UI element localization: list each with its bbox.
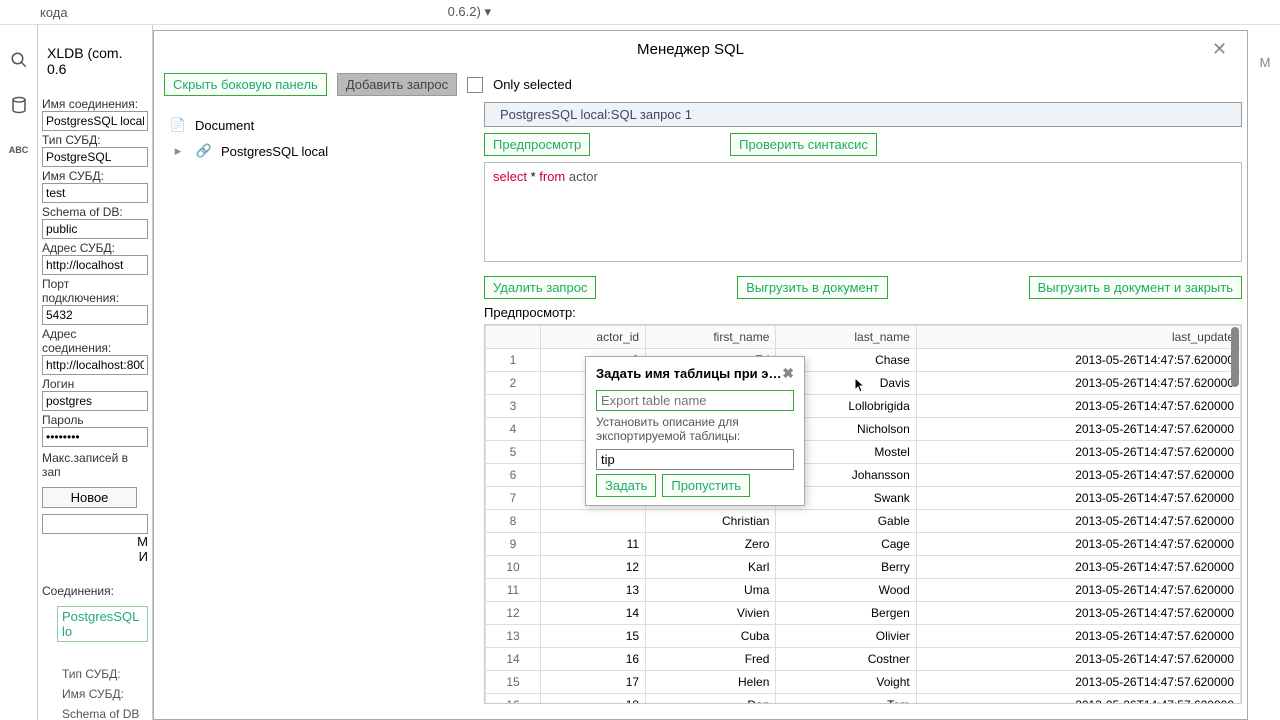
- only-selected-label: Only selected: [493, 77, 572, 92]
- table-row[interactable]: 1315CubaOlivier2013-05-26T14:47:57.62000…: [486, 625, 1241, 648]
- info-row: Имя СУБД:: [62, 687, 148, 701]
- export-close-button[interactable]: Выгрузить в документ и закрыть: [1029, 276, 1242, 299]
- db-addr-label: Адрес СУБД:: [42, 241, 148, 255]
- m-label: М: [42, 534, 148, 549]
- blank-input-1[interactable]: [42, 514, 148, 534]
- table-row[interactable]: 1416FredCostner2013-05-26T14:47:57.62000…: [486, 648, 1241, 671]
- connection-item[interactable]: PostgresSQL lo: [57, 606, 148, 642]
- popup-close-icon[interactable]: ✖: [782, 365, 794, 382]
- preview-label: Предпросмотр:: [484, 305, 1242, 320]
- left-icon-rail: ABC: [0, 25, 38, 720]
- rownum-header: [486, 326, 541, 349]
- export-name-popup: Задать имя таблицы при э… ✖ Установить о…: [585, 356, 805, 506]
- schema-input[interactable]: [42, 219, 148, 239]
- only-selected-checkbox[interactable]: [467, 77, 483, 93]
- modal-toolbar: Скрыть боковую панель Добавить запрос On…: [154, 67, 1247, 102]
- document-icon: 📄: [169, 116, 187, 134]
- right-rail: M: [1250, 25, 1280, 720]
- popup-skip-button[interactable]: Пропустить: [662, 474, 750, 497]
- db-icon[interactable]: [9, 95, 29, 115]
- export-tip-input[interactable]: [596, 449, 794, 470]
- password-input[interactable]: [42, 427, 148, 447]
- max-records-label: Макс.записей в зап: [42, 451, 148, 479]
- connections-label: Соединения:: [42, 584, 148, 598]
- preview-button[interactable]: Предпросмотр: [484, 133, 590, 156]
- version-dropdown[interactable]: 0.6.2) ▾: [448, 4, 491, 20]
- col-header[interactable]: last_name: [776, 326, 916, 349]
- popup-description: Установить описание для экспортируемой т…: [596, 415, 794, 443]
- search-icon[interactable]: [9, 50, 29, 70]
- col-header[interactable]: actor_id: [541, 326, 646, 349]
- popup-title: Задать имя таблицы при э…: [596, 366, 781, 381]
- modal-title: Менеджер SQL: [169, 41, 1212, 58]
- info-row: Schema of DB: [62, 707, 148, 720]
- table-row[interactable]: 1012KarlBerry2013-05-26T14:47:57.620000: [486, 556, 1241, 579]
- export-name-input[interactable]: [596, 390, 794, 411]
- close-icon[interactable]: ✕: [1212, 39, 1232, 59]
- table-row[interactable]: 1214VivienBergen2013-05-26T14:47:57.6200…: [486, 602, 1241, 625]
- add-query-button[interactable]: Добавить запрос: [337, 73, 457, 96]
- query-tab[interactable]: PostgresSQL local:SQL запрос 1: [484, 102, 1242, 127]
- schema-label: Schema of DB:: [42, 205, 148, 219]
- tree-connection[interactable]: ▸ 🔗 PostgresSQL local: [169, 138, 464, 164]
- conn-addr-input[interactable]: [42, 355, 148, 375]
- delete-query-button[interactable]: Удалить запрос: [484, 276, 596, 299]
- table-scrollbar[interactable]: [1231, 327, 1239, 387]
- tree-pane: 📄 Document ▸ 🔗 PostgresSQL local: [154, 102, 479, 717]
- conn-name-label: Имя соединения:: [42, 97, 148, 111]
- conn-name-input[interactable]: [42, 111, 148, 131]
- db-addr-input[interactable]: [42, 255, 148, 275]
- top-toolbar: кода 0.6.2) ▾: [0, 0, 1280, 25]
- table-row[interactable]: 1517HelenVoight2013-05-26T14:47:57.62000…: [486, 671, 1241, 694]
- table-row[interactable]: 8ChristianGable2013-05-26T14:47:57.62000…: [486, 510, 1241, 533]
- col-header[interactable]: last_update: [916, 326, 1240, 349]
- tree-document[interactable]: 📄 Document: [169, 112, 464, 138]
- code-label: кода: [40, 5, 68, 20]
- port-input[interactable]: [42, 305, 148, 325]
- hide-panel-button[interactable]: Скрыть боковую панель: [164, 73, 327, 96]
- login-input[interactable]: [42, 391, 148, 411]
- chevron-right-icon: ▸: [169, 142, 187, 160]
- abc-icon[interactable]: ABC: [9, 140, 29, 160]
- db-name-input[interactable]: [42, 183, 148, 203]
- app-title: XLDB (com. 0.6: [42, 30, 148, 95]
- modal-header: Менеджер SQL ✕: [154, 31, 1247, 67]
- connection-info-list: Тип СУБД: Имя СУБД: Schema of DB Имя сое…: [42, 667, 148, 720]
- info-row: Тип СУБД:: [62, 667, 148, 681]
- i-label: И: [42, 549, 148, 564]
- db-name-label: Имя СУБД:: [42, 169, 148, 183]
- table-row[interactable]: 1113UmaWood2013-05-26T14:47:57.620000: [486, 579, 1241, 602]
- col-header[interactable]: first_name: [646, 326, 776, 349]
- table-row[interactable]: 911ZeroCage2013-05-26T14:47:57.620000: [486, 533, 1241, 556]
- export-doc-button[interactable]: Выгрузить в документ: [737, 276, 888, 299]
- table-row[interactable]: 1618DanTom2013-05-26T14:47:57.620000: [486, 694, 1241, 705]
- login-label: Логин: [42, 377, 148, 391]
- conn-addr-label: Адрес соединения:: [42, 327, 148, 355]
- check-syntax-button[interactable]: Проверить синтаксис: [730, 133, 877, 156]
- popup-set-button[interactable]: Задать: [596, 474, 656, 497]
- new-button[interactable]: Новое: [42, 487, 137, 508]
- password-label: Пароль: [42, 413, 148, 427]
- port-label: Порт подключения:: [42, 277, 148, 305]
- right-m-label: M: [1260, 55, 1271, 70]
- link-icon: 🔗: [195, 142, 213, 160]
- connection-sidebar: XLDB (com. 0.6 Имя соединения: Тип СУБД:…: [38, 25, 153, 720]
- db-type-input[interactable]: [42, 147, 148, 167]
- sql-editor[interactable]: select * from actor: [484, 162, 1242, 262]
- db-type-label: Тип СУБД:: [42, 133, 148, 147]
